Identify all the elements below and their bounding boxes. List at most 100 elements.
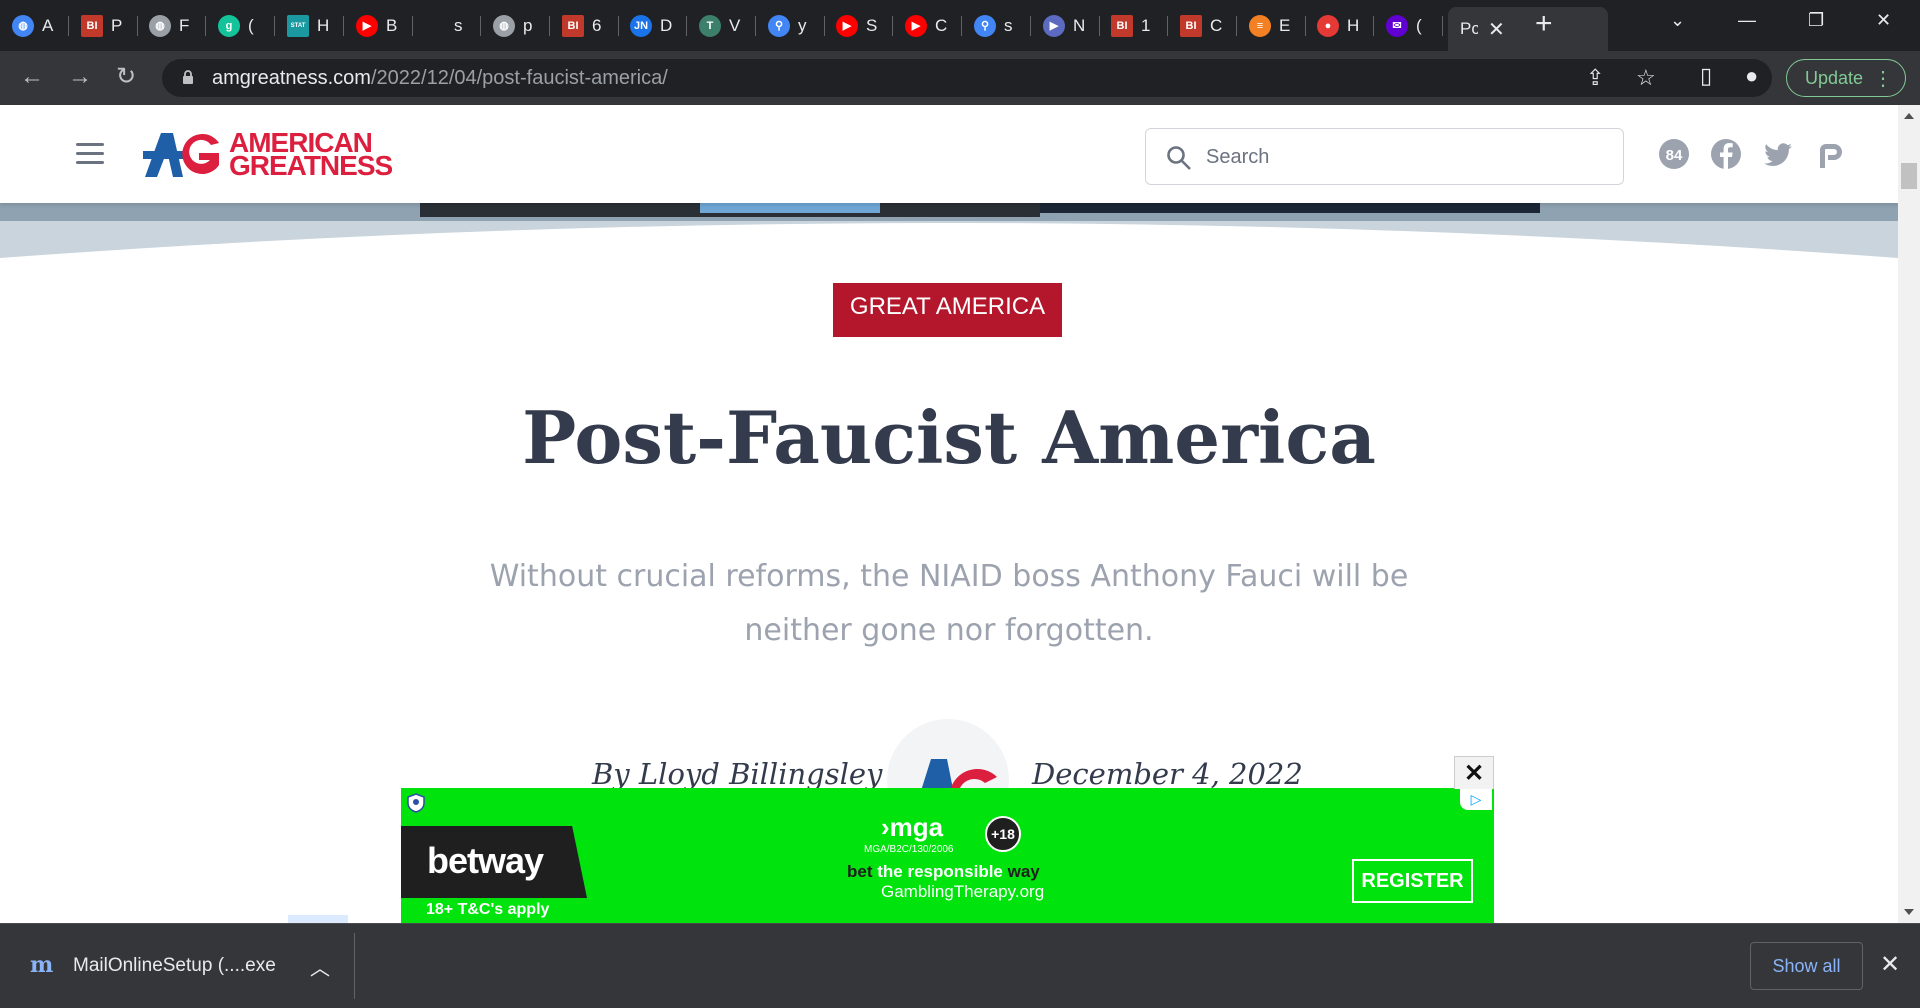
hamburger-menu-icon[interactable] [76, 143, 104, 165]
browser-tab[interactable]: s [412, 7, 481, 44]
browser-tab[interactable]: ● H [1305, 7, 1374, 44]
84-badge-icon[interactable]: 84 [1658, 138, 1690, 170]
browser-tab[interactable]: TV [687, 7, 756, 44]
update-label: Update [1805, 67, 1864, 88]
ad-age-badge: +18 [985, 816, 1021, 852]
browser-tab[interactable]: ◍ A [0, 7, 69, 44]
adchoices-icon[interactable]: ▷ [1460, 788, 1492, 810]
browser-tab[interactable]: ▶ C [893, 7, 962, 44]
site-header: AMERICAN GREATNESS 84 [0, 105, 1898, 203]
article-dek: Without crucial reforms, the NIAID boss … [489, 559, 1409, 648]
close-download-bar-icon[interactable]: ✕ [1880, 950, 1900, 979]
ad-brand: betway [427, 840, 544, 881]
side-panel-icon[interactable]: ▯ [1700, 63, 1712, 89]
browser-toolbar: ← → ↻ amgreatness.com/2022/12/04/post-fa… [0, 51, 1920, 105]
restore-icon[interactable]: ❐ [1808, 10, 1824, 31]
forward-icon[interactable]: → [68, 63, 92, 91]
tab-title: P [111, 15, 123, 35]
stat-icon: STAT [287, 14, 309, 37]
tab-title: H [1347, 15, 1359, 35]
globe-icon: ◍ [12, 14, 34, 37]
ad-mga-text: mga [889, 812, 944, 842]
browser-tab[interactable]: ⚲ y [756, 7, 825, 44]
url-text: amgreatness.com/2022/12/04/post-faucist-… [212, 67, 668, 90]
browser-tab[interactable]: BI 6 [550, 7, 619, 44]
browser-tab[interactable]: BI 1 [1099, 7, 1168, 44]
scroll-down-icon[interactable] [1904, 909, 1914, 915]
close-tab-icon[interactable]: ✕ [1488, 17, 1505, 42]
browser-tab[interactable]: ◍ F [137, 7, 206, 44]
scroll-thumb[interactable] [1901, 163, 1917, 189]
logo-wordmark: AMERICAN GREATNESS [229, 129, 393, 180]
window-close-icon[interactable]: ✕ [1876, 10, 1891, 31]
tab-title: A [42, 15, 54, 35]
browser-tab[interactable]: g( [206, 7, 275, 44]
ad-register-button[interactable]: REGISTER [1352, 859, 1473, 903]
browser-tab[interactable]: STAT H [275, 7, 344, 44]
update-button[interactable]: Update ⋮ [1786, 59, 1906, 97]
browser-tab[interactable]: ≡ E [1237, 7, 1306, 44]
scroll-up-icon[interactable] [1904, 113, 1914, 119]
menu-dots-icon[interactable]: ⋮ [1873, 66, 1893, 91]
tab-title: C [1210, 15, 1222, 35]
page-scrollbar[interactable] [1898, 105, 1920, 923]
download-item[interactable]: MailOnlineSetup (....exe [73, 955, 276, 977]
browser-tab[interactable]: ▶ B [344, 7, 413, 44]
ad-site: GamblingTherapy.org [881, 882, 1045, 901]
share-icon[interactable]: ⇪ [1586, 65, 1604, 91]
category-badge[interactable]: GREAT AMERICA [833, 277, 1062, 337]
youtube-icon: ▶ [356, 14, 378, 37]
ad-mga-logo: ›mga [881, 812, 944, 842]
profile-icon[interactable]: ● [1745, 63, 1758, 89]
ad-license: MGA/B2C/130/2006 [864, 844, 954, 855]
tab-title: Pc [1460, 19, 1478, 38]
minimize-icon[interactable]: — [1738, 10, 1756, 31]
bi-icon: BI [562, 14, 584, 37]
mailonline-file-icon: m [30, 952, 54, 978]
tab-title: B [386, 15, 398, 35]
site-search-box[interactable] [1145, 128, 1624, 185]
ad-close-icon[interactable]: ✕ [1454, 756, 1494, 789]
browser-tab[interactable]: BI C [1168, 7, 1237, 44]
ad-tagline-b: the responsible [877, 862, 1003, 881]
browser-tab[interactable]: ▶ N [1031, 7, 1100, 44]
browser-tab[interactable]: JN D [618, 7, 687, 44]
browser-tab[interactable]: ✉( [1374, 7, 1443, 44]
browser-tab[interactable]: BI P [69, 7, 138, 44]
search-icon: ⚲ [974, 14, 996, 37]
blank-icon [424, 14, 446, 37]
bi-icon: BI [1180, 14, 1202, 37]
site-logo[interactable]: AMERICAN GREATNESS [143, 129, 393, 180]
browser-tab[interactable]: ▶ S [824, 7, 893, 44]
content-fragment [288, 915, 348, 923]
url-host: amgreatness.com [212, 67, 371, 89]
bi-icon: BI [1111, 14, 1133, 37]
search-icon: ⚲ [768, 14, 790, 37]
tab-search-icon[interactable]: ⌄ [1670, 10, 1685, 31]
search-input[interactable] [1206, 143, 1606, 171]
tab-title: 1 [1141, 15, 1151, 35]
show-all-button[interactable]: Show all [1750, 942, 1863, 990]
twitter-icon[interactable] [1762, 138, 1794, 170]
bookmark-star-icon[interactable]: ☆ [1636, 65, 1656, 91]
betway-ad-banner[interactable]: ▷ betway 18+ T&C's apply ›mga MGA/B2C/13… [401, 788, 1494, 923]
browser-tab[interactable]: ⚲ s [962, 7, 1031, 44]
tt-icon: T [699, 14, 721, 37]
article-byline[interactable]: By Lloyd Billingsley [592, 757, 882, 791]
reload-icon[interactable]: ↻ [116, 63, 136, 91]
address-bar[interactable]: amgreatness.com/2022/12/04/post-faucist-… [162, 59, 1772, 97]
pin-icon: ● [1317, 14, 1339, 37]
tab-title: S [866, 15, 878, 35]
ad-tagline-a: bet [847, 862, 873, 881]
parler-icon[interactable] [1814, 138, 1846, 170]
lock-icon[interactable] [182, 69, 194, 85]
facebook-icon[interactable] [1710, 138, 1742, 170]
tab-title: D [660, 15, 672, 35]
back-icon[interactable]: ← [20, 63, 44, 91]
tab-active[interactable]: Pc ✕ [1448, 7, 1608, 51]
tab-title: 6 [592, 15, 602, 35]
chevron-up-icon[interactable]: ︿ [310, 952, 330, 981]
browser-tab[interactable]: ◍ p [481, 7, 550, 44]
article-title: Post-Faucist America [522, 395, 1376, 480]
new-tab-icon[interactable]: + [1535, 9, 1553, 39]
